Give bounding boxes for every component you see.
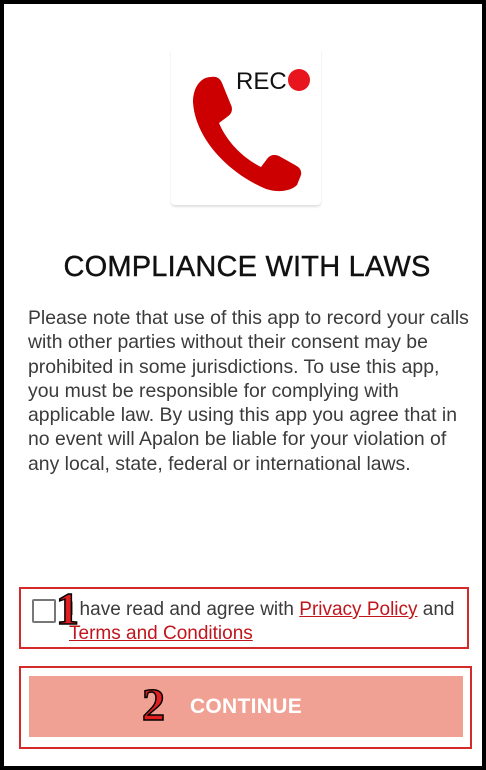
- agreement-text-and: and: [417, 599, 455, 620]
- record-dot-icon: [288, 69, 310, 91]
- app-logo: REC: [171, 47, 321, 205]
- step-1-marker: 1: [55, 583, 80, 634]
- terms-conditions-link[interactable]: Terms and Conditions: [69, 623, 253, 644]
- agreement-row: I have read and agree with Privacy Polic…: [19, 587, 469, 649]
- page-title: COMPLIANCE WITH LAWS: [63, 251, 431, 283]
- app-logo-graphic: REC: [193, 68, 310, 192]
- agree-checkbox[interactable]: [32, 599, 56, 623]
- agreement-text: I have read and agree with Privacy Polic…: [69, 598, 464, 646]
- compliance-notice: Please note that use of this app to reco…: [28, 307, 469, 475]
- app-screen: REC COMPLIANCE WITH LAWS Please note tha…: [0, 0, 486, 770]
- step-2-marker: 2: [141, 679, 166, 730]
- continue-button[interactable]: CONTINUE: [29, 676, 463, 737]
- privacy-policy-link[interactable]: Privacy Policy: [299, 599, 417, 620]
- continue-highlight: CONTINUE: [19, 666, 472, 749]
- rec-label: REC: [236, 68, 287, 95]
- agreement-text-start: I have read and agree with: [69, 599, 300, 620]
